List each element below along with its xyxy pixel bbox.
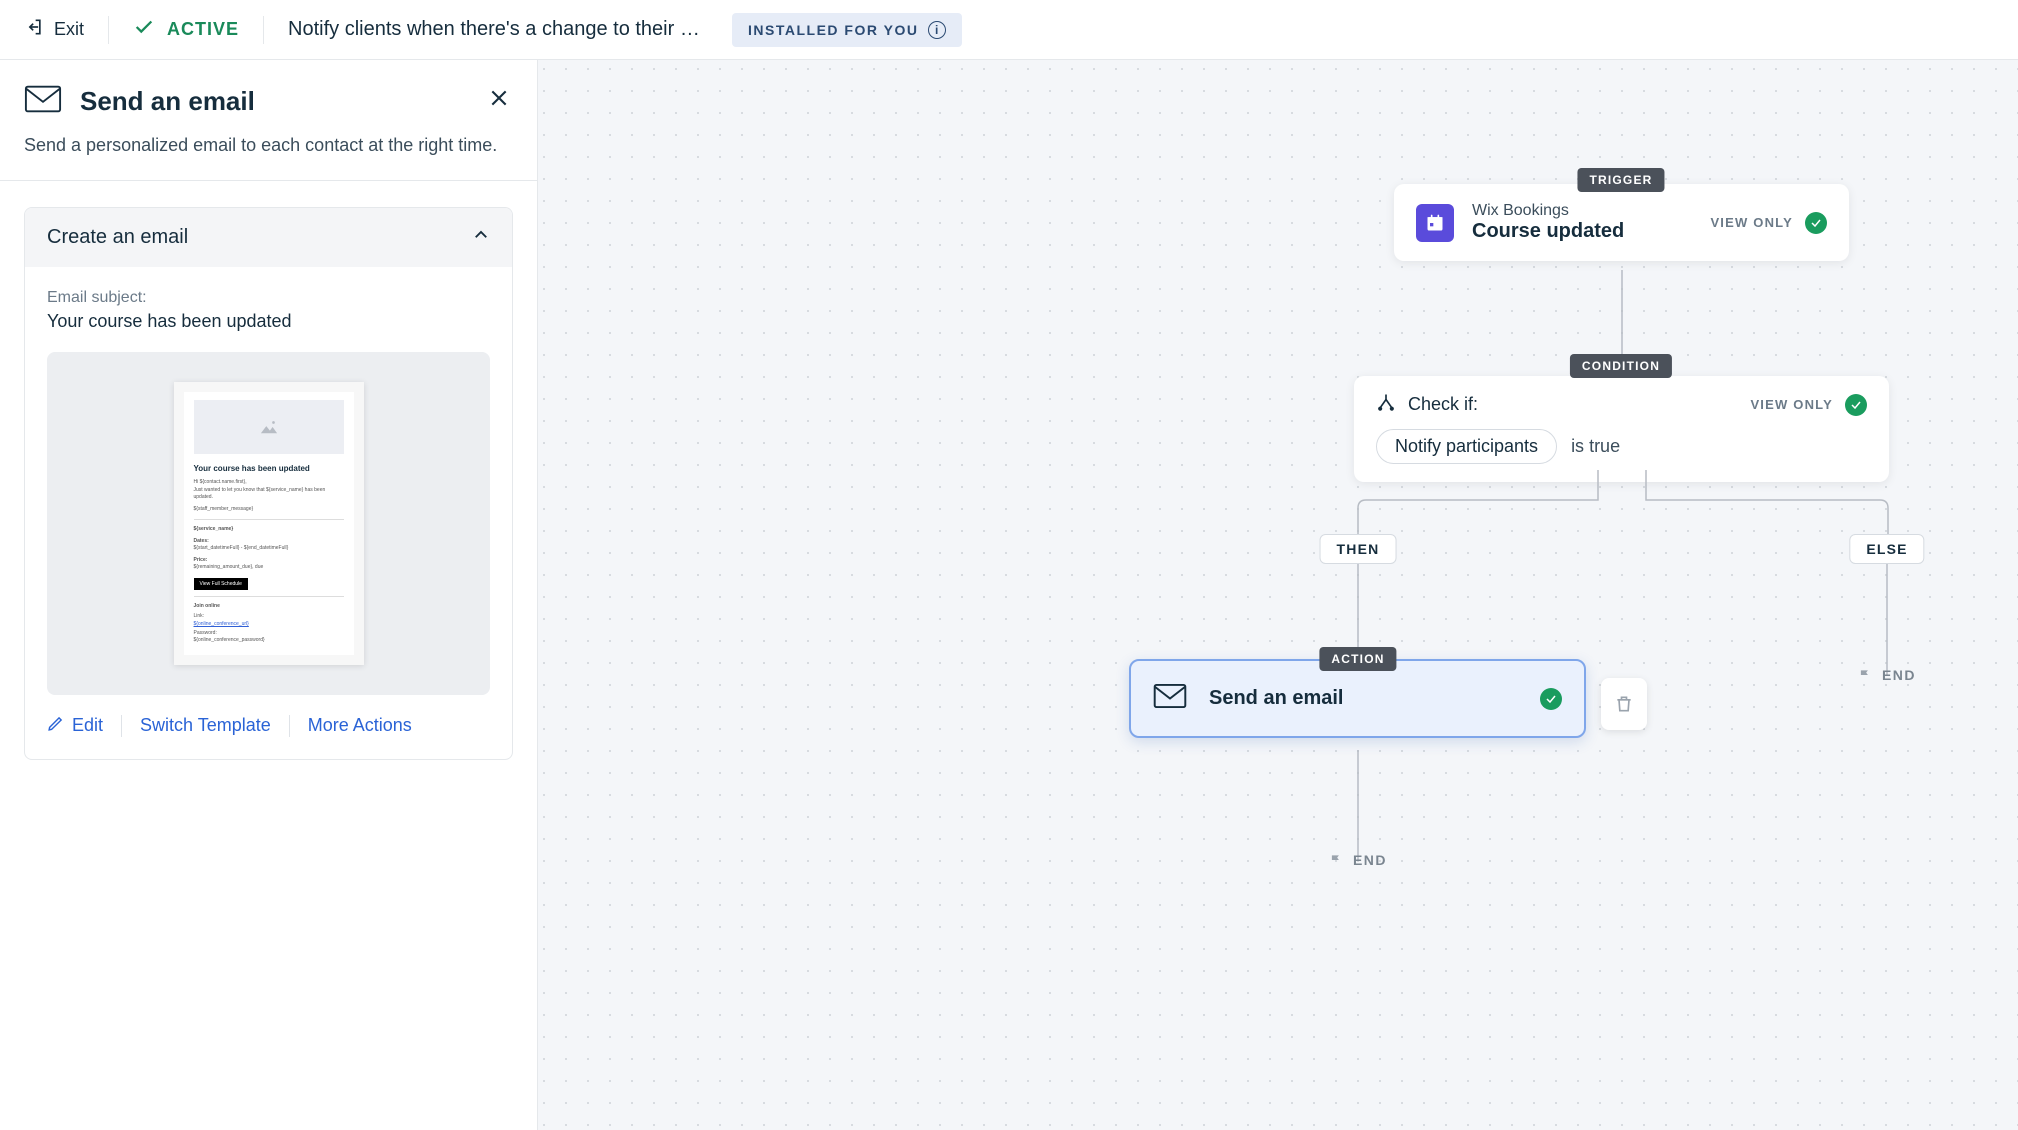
edit-button[interactable]: Edit [47,715,103,737]
exit-button[interactable]: Exit [24,17,84,42]
flow-canvas[interactable]: TRIGGER Wix Bookings Course updated VIEW… [538,60,2018,1130]
condition-variable-chip: Notify participants [1376,429,1557,464]
trigger-event: Course updated [1472,220,1624,243]
divider [289,715,290,737]
status-label: ACTIVE [167,19,239,40]
action-title: Send an email [1209,687,1344,710]
check-circle-icon [1805,212,1827,234]
end-label: END [1882,667,1916,683]
preview-line: ${online_conference_password} [194,637,344,645]
chevron-up-icon [472,226,490,249]
end-label: END [1353,852,1387,868]
condition-label: CONDITION [1570,354,1672,378]
end-marker: END [1858,667,1916,683]
edit-label: Edit [72,715,103,736]
envelope-icon [1153,683,1209,714]
subject-value: Your course has been updated [47,311,490,332]
preview-line: Join online [194,603,344,611]
check-circle-icon [1845,394,1867,416]
delete-action-button[interactable] [1601,678,1647,730]
preview-line: ${start_datetimeFull} - ${end_datetimeFu… [194,545,344,553]
divider [263,16,264,44]
subject-label: Email subject: [47,289,490,307]
side-panel: Send an email Send a personalized email … [0,60,538,1130]
trigger-app: Wix Bookings [1472,202,1624,220]
installed-badge[interactable]: INSTALLED FOR YOU i [732,13,962,47]
view-only-label: VIEW ONLY [1750,397,1833,412]
badge-label: INSTALLED FOR YOU [748,22,918,38]
exit-label: Exit [54,19,84,40]
condition-operator: is true [1571,436,1620,457]
then-label: THEN [1320,534,1397,564]
preview-line: ${remaining_amount_due}, due [194,564,344,572]
create-email-accordion: Create an email Email subject: Your cour… [24,207,513,760]
divider [121,715,122,737]
more-actions-label: More Actions [308,715,412,736]
image-placeholder-icon [194,400,344,454]
check-icon [133,16,155,43]
trigger-card[interactable]: Wix Bookings Course updated VIEW ONLY [1394,184,1849,261]
accordion-title: Create an email [47,226,188,249]
preview-line: Dates: [194,538,344,546]
condition-card[interactable]: Check if: VIEW ONLY Notify participants … [1354,376,1889,482]
preview-title: Your course has been updated [194,464,344,473]
preview-line: Password: [194,630,344,638]
calendar-icon [1416,204,1454,242]
preview-line: ${service_name} [194,526,344,534]
check-circle-icon [1540,688,1562,710]
preview-line: Just wanted to let you know that ${servi… [194,487,344,502]
exit-icon [24,17,44,42]
trigger-label: TRIGGER [1577,168,1664,192]
close-button[interactable] [485,84,513,117]
split-icon [1376,392,1396,417]
switch-template-button[interactable]: Switch Template [140,715,271,736]
flag-icon [1858,668,1872,682]
pencil-icon [47,715,64,737]
email-preview: Your course has been updated Hi ${contac… [174,382,364,665]
preview-line: Link: [194,613,344,621]
action-label: ACTION [1319,647,1396,671]
flag-icon [1329,853,1343,867]
more-actions-button[interactable]: More Actions [308,715,412,736]
accordion-header[interactable]: Create an email [25,208,512,267]
end-marker: END [1329,852,1387,868]
status-indicator: ACTIVE [133,16,239,43]
view-only-label: VIEW ONLY [1710,215,1793,230]
panel-description: Send a personalized email to each contac… [0,119,537,181]
preview-line: Hi ${contact.name.first}, [194,479,344,487]
preview-link: ${online_conference_url} [194,621,344,627]
panel-title: Send an email [80,86,255,117]
top-bar: Exit ACTIVE Notify clients when there's … [0,0,2018,60]
email-preview-container[interactable]: Your course has been updated Hi ${contac… [47,352,490,695]
divider [108,16,109,44]
else-label: ELSE [1849,534,1924,564]
envelope-icon [24,84,62,119]
preview-line: Price: [194,557,344,565]
check-if-label: Check if: [1408,394,1478,415]
switch-template-label: Switch Template [140,715,271,736]
preview-cta: View Full Schedule [194,578,248,590]
preview-line: ${staff_member_message} [194,506,344,514]
automation-title: Notify clients when there's a change to … [288,18,708,41]
info-icon: i [928,21,946,39]
